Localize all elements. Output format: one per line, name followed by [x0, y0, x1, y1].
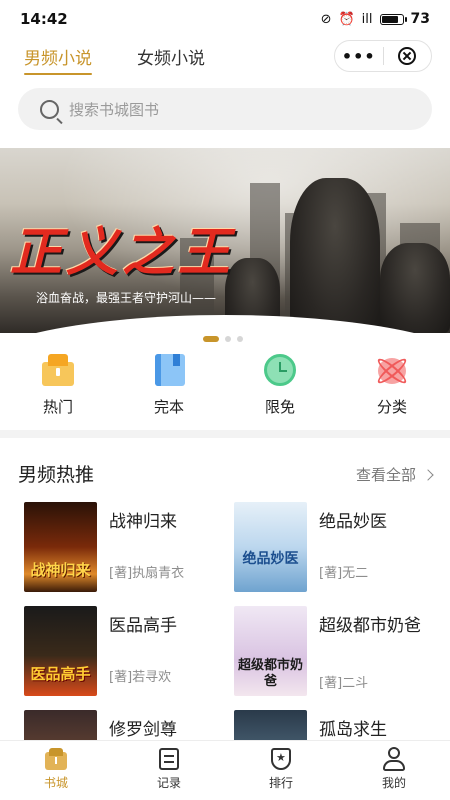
- book-title: 战神归来: [109, 512, 177, 532]
- more-button[interactable]: •••: [335, 41, 383, 71]
- view-all-link[interactable]: 查看全部: [355, 464, 434, 485]
- banner-dot-active[interactable]: [203, 336, 219, 342]
- category-label: 热门: [42, 398, 73, 416]
- chevron-right-icon: [422, 469, 434, 481]
- profile-icon: [382, 747, 406, 771]
- bottom-tab-bar: 书城 记录 ★ 排行 我的: [0, 740, 450, 800]
- book-complete-icon: [149, 352, 189, 388]
- book-cover: 绝品妙医: [234, 502, 307, 592]
- book-title: 孤岛求生: [319, 720, 387, 740]
- section-header: 男频热推 查看全部: [18, 458, 434, 488]
- book-card[interactable]: 战神归来 战神归来 [著]执扇青衣: [24, 502, 229, 592]
- category-label: 限免: [264, 398, 295, 416]
- search-icon: [40, 99, 59, 119]
- category-label: 完本: [153, 398, 184, 416]
- banner-dot[interactable]: [225, 336, 231, 342]
- book-title: 超级都市奶爸: [319, 616, 421, 636]
- tab-female-novels[interactable]: 女频小说: [137, 44, 205, 69]
- ranking-badge-icon: ★: [269, 747, 293, 771]
- tab-label: 书城: [43, 776, 68, 790]
- book-cover: 超级都市奶爸: [234, 606, 307, 696]
- cover-title: 超级都市奶爸: [238, 658, 304, 689]
- battery-level: 73: [410, 11, 430, 27]
- category-free[interactable]: 限免: [240, 352, 320, 417]
- banner-title: 正义之王: [10, 223, 235, 283]
- book-author: [著]无二: [319, 566, 369, 581]
- bookstore-icon: [44, 747, 68, 771]
- tab-profile[interactable]: 我的: [359, 747, 429, 791]
- status-time: 14:42: [20, 10, 68, 28]
- cover-title: 战神归来: [30, 561, 91, 579]
- book-card[interactable]: 超级都市奶爸 超级都市奶爸 [著]二斗: [234, 606, 439, 696]
- book-cover: 医品高手: [24, 606, 97, 696]
- alarm-icon: ⏰: [338, 11, 355, 27]
- category-classify[interactable]: 分类: [352, 352, 432, 417]
- status-right: ⊘ ⏰ ill 73: [321, 11, 430, 27]
- book-author: [著]二斗: [319, 676, 369, 691]
- banner-subtitle: 浴血奋战，最强王者守护河山——: [36, 291, 217, 305]
- banner-indicators: [203, 336, 243, 342]
- view-all-label: 查看全部: [355, 466, 416, 484]
- category-label: 分类: [376, 398, 407, 416]
- close-button[interactable]: [384, 41, 432, 71]
- status-bar: 14:42 ⊘ ⏰ ill 73: [0, 0, 450, 38]
- battery-icon: [379, 13, 407, 25]
- tab-label: 记录: [156, 776, 181, 790]
- search-placeholder: 搜索书城图书: [69, 100, 160, 119]
- book-card[interactable]: 绝品妙医 绝品妙医 [著]无二: [234, 502, 439, 592]
- cover-title: 医品高手: [30, 665, 91, 683]
- top-bar: 男频小说 女频小说 •••: [0, 38, 450, 78]
- category-hot[interactable]: 热门: [18, 352, 98, 417]
- book-title: 修罗剑尊: [109, 720, 177, 740]
- book-cover: 战神归来: [24, 502, 97, 592]
- promo-banner[interactable]: 正义之王 浴血奋战，最强王者守护河山——: [0, 148, 450, 333]
- mute-icon: ⊘: [320, 11, 332, 27]
- signal-icon: ill: [361, 11, 373, 27]
- mini-program-capsule: •••: [334, 40, 432, 72]
- hot-box-icon: [38, 352, 78, 388]
- book-author: [著]执扇青衣: [109, 566, 185, 581]
- tab-label: 排行: [268, 776, 293, 790]
- history-list-icon: [157, 747, 181, 771]
- book-card[interactable]: 医品高手 医品高手 [著]若寻欢: [24, 606, 229, 696]
- book-author: [著]若寻欢: [109, 670, 172, 685]
- section-divider: [0, 430, 450, 438]
- banner-dot[interactable]: [237, 336, 243, 342]
- banner-soldier: [290, 178, 380, 333]
- tab-label: 我的: [381, 776, 406, 790]
- category-row: 热门 完本 限免 分类: [0, 352, 450, 422]
- banner-soldier: [380, 243, 450, 333]
- category-atom-icon: [372, 352, 412, 388]
- book-title: 绝品妙医: [319, 512, 387, 532]
- search-bar[interactable]: 搜索书城图书: [18, 88, 432, 130]
- tab-history[interactable]: 记录: [134, 747, 204, 791]
- category-complete[interactable]: 完本: [129, 352, 209, 417]
- book-title: 医品高手: [109, 616, 177, 636]
- tab-male-novels[interactable]: 男频小说: [24, 44, 92, 75]
- more-dots-icon: •••: [341, 46, 376, 66]
- section-title: 男频热推: [18, 464, 95, 486]
- tab-bookstore[interactable]: 书城: [21, 747, 91, 791]
- tab-ranking[interactable]: ★ 排行: [246, 747, 316, 791]
- cover-title: 绝品妙医: [242, 551, 299, 567]
- alarm-clock-icon: [260, 352, 300, 388]
- close-circle-icon: [398, 47, 417, 65]
